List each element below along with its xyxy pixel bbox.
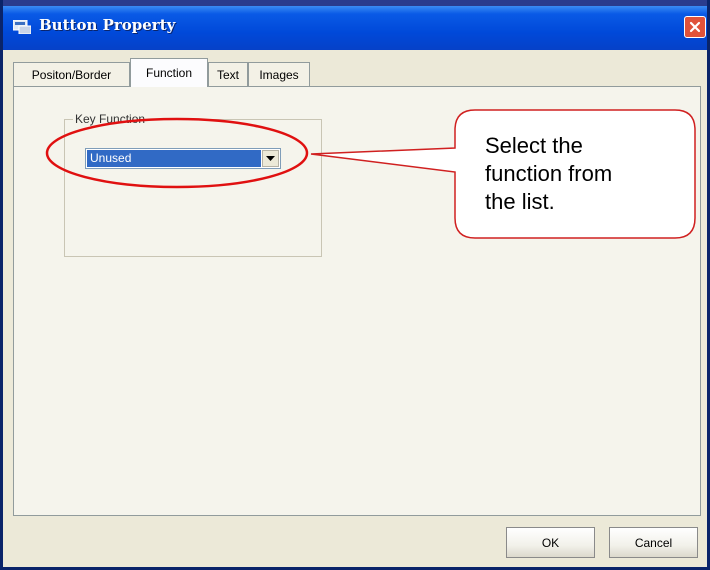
window-title: Button Property bbox=[39, 16, 176, 34]
tab-label: Text bbox=[216, 67, 239, 82]
key-function-groupbox: Key Function Unused bbox=[64, 112, 322, 257]
close-icon bbox=[689, 21, 701, 33]
key-function-label: Key Function bbox=[73, 112, 148, 126]
cancel-button[interactable]: Cancel bbox=[609, 527, 698, 558]
tab-label: Positon/Border bbox=[31, 67, 112, 82]
ok-button[interactable]: OK bbox=[506, 527, 595, 558]
close-button[interactable] bbox=[684, 16, 706, 38]
tab-images[interactable]: Images bbox=[248, 62, 310, 86]
tab-label: Function bbox=[145, 66, 193, 80]
callout-text: Select the function from the list. bbox=[485, 132, 685, 216]
ok-button-label: OK bbox=[541, 535, 560, 550]
cancel-button-label: Cancel bbox=[634, 535, 673, 550]
callout-line: Select the bbox=[485, 133, 583, 158]
dropdown-arrow-button[interactable] bbox=[262, 150, 279, 167]
callout-line: the list. bbox=[485, 189, 555, 214]
button-property-dialog: Button Property Positon/Border Function … bbox=[0, 0, 710, 570]
tab-position-border[interactable]: Positon/Border bbox=[13, 62, 130, 86]
title-bar[interactable]: Button Property bbox=[3, 0, 707, 50]
chevron-down-icon bbox=[266, 155, 275, 161]
button-property-icon bbox=[13, 20, 31, 34]
tab-label: Images bbox=[259, 67, 299, 82]
key-function-selected-value: Unused bbox=[87, 150, 261, 167]
tab-function[interactable]: Function bbox=[130, 58, 208, 87]
callout-line: function from bbox=[485, 161, 613, 186]
tab-text[interactable]: Text bbox=[208, 62, 248, 86]
key-function-dropdown[interactable]: Unused bbox=[85, 148, 281, 169]
